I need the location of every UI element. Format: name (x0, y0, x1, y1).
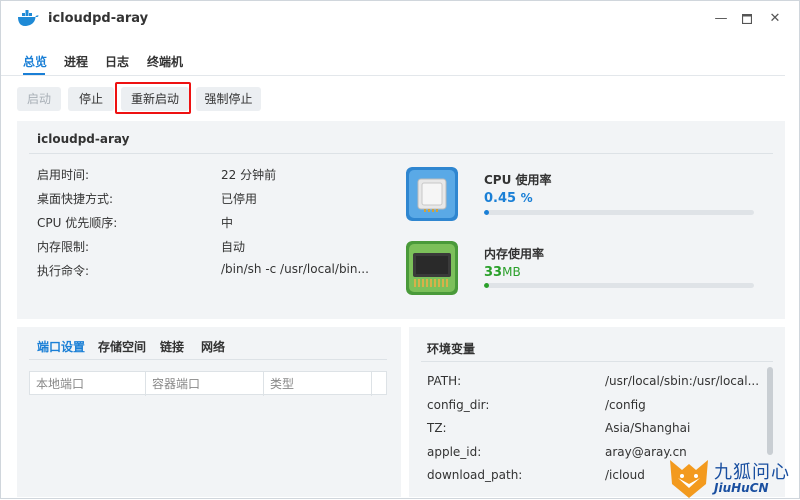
subtab-storage[interactable]: 存储空间 (98, 338, 146, 355)
uptime-value: 22 分钟前 (221, 168, 277, 182)
cpu-priority-value: 中 (221, 216, 234, 230)
main-tabs: 总览 进程 日志 终端机 (1, 45, 785, 76)
overview-panel: icloudpd-aray 启用时间: 22 分钟前 桌面快捷方式: 已停用 C… (17, 121, 785, 319)
fox-logo-icon (670, 460, 708, 498)
divider (421, 361, 773, 362)
subtab-network[interactable]: 网络 (201, 338, 225, 355)
column-local-port[interactable]: 本地端口 (30, 372, 146, 396)
active-tab-indicator (23, 73, 45, 75)
env-key: PATH: (427, 374, 462, 388)
stop-button[interactable]: 停止 (68, 87, 114, 111)
minimize-icon[interactable]: — (713, 11, 729, 27)
highlight-box (115, 82, 191, 114)
cpu-usage-number: 0.45 (484, 191, 517, 206)
memory-usage-number: 33 (484, 265, 503, 280)
subtab-links[interactable]: 链接 (160, 338, 184, 355)
tab-terminal[interactable]: 终端机 (147, 53, 183, 70)
divider (29, 153, 773, 154)
column-type[interactable]: 类型 (264, 372, 372, 396)
cpu-icon (406, 167, 458, 221)
memory-icon (406, 241, 458, 295)
window-title: icloudpd-aray (48, 11, 149, 26)
force-stop-button[interactable]: 强制停止 (196, 87, 261, 111)
env-key: TZ: (427, 421, 447, 435)
env-value: /icloud (605, 468, 645, 482)
env-key: download_path: (427, 468, 523, 482)
env-value: /config (605, 398, 646, 412)
cpu-usage-bar-fill (484, 210, 489, 215)
env-value: Asia/Shanghai (605, 421, 691, 435)
cpu-priority-label: CPU 优先顺序: (37, 216, 118, 230)
cpu-usage-value: 0.45 % (484, 191, 533, 206)
cpu-usage-unit: % (520, 191, 533, 205)
shortcut-value: 已停用 (221, 192, 258, 206)
ports-subtabs: 端口设置 存储空间 链接 网络 (37, 338, 387, 358)
divider (29, 359, 387, 360)
memory-usage-value: 33MB (484, 265, 521, 280)
ports-table-header: 本地端口 容器端口 类型 (29, 371, 387, 396)
tab-logs[interactable]: 日志 (105, 53, 129, 70)
close-icon[interactable]: ✕ (767, 11, 783, 27)
env-key: config_dir: (427, 398, 490, 412)
column-container-port[interactable]: 容器端口 (146, 372, 264, 396)
ports-panel: 端口设置 存储空间 链接 网络 本地端口 容器端口 类型 (17, 327, 401, 497)
tab-processes[interactable]: 进程 (64, 53, 88, 70)
subtab-port-settings[interactable]: 端口设置 (37, 338, 85, 355)
container-window: icloudpd-aray — ✕ 总览 进程 日志 终端机 启动 停止 重新启… (0, 0, 800, 499)
env-title: 环境变量 (427, 342, 476, 356)
command-label: 执行命令: (37, 264, 90, 278)
container-name: icloudpd-aray (37, 132, 130, 146)
memory-usage-bar (484, 283, 754, 288)
memory-usage-title: 内存使用率 (484, 247, 545, 261)
title-bar: icloudpd-aray — ✕ (1, 1, 800, 37)
memory-usage-bar-fill (484, 283, 489, 288)
command-value: /bin/sh -c /usr/local/bin... (221, 262, 369, 276)
docker-whale-icon (18, 10, 39, 26)
env-value: /usr/local/sbin:/usr/local... (605, 374, 760, 388)
memory-usage-unit: MB (502, 265, 521, 279)
uptime-label: 启用时间: (37, 168, 90, 182)
memory-limit-label: 内存限制: (37, 240, 90, 254)
shortcut-label: 桌面快捷方式: (37, 192, 114, 206)
watermark-text-en: JiuHuCN (714, 481, 769, 495)
env-scrollbar[interactable] (767, 367, 773, 455)
cpu-usage-bar (484, 210, 754, 215)
memory-limit-value: 自动 (221, 240, 246, 254)
watermark: 九狐问心 JiuHuCN (666, 454, 800, 500)
maximize-icon[interactable] (739, 11, 755, 27)
env-key: apple_id: (427, 445, 482, 459)
cpu-usage-title: CPU 使用率 (484, 173, 552, 187)
start-button[interactable]: 启动 (17, 87, 61, 111)
tab-overview[interactable]: 总览 (23, 53, 47, 70)
